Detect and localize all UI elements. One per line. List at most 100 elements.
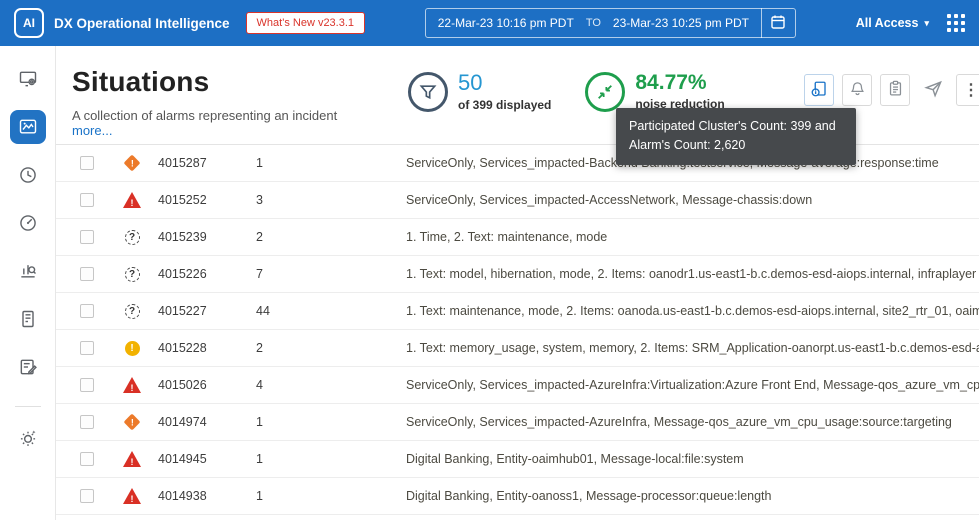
severity-unknown-icon: ? — [124, 266, 140, 282]
situation-description: Digital Banking, Entity-oanoss1, Message… — [406, 489, 772, 503]
app-logo: AI — [14, 8, 44, 38]
row-checkbox[interactable] — [80, 193, 94, 207]
kebab-menu-icon: ⋮ — [963, 82, 979, 99]
severity-major-icon: ! — [123, 413, 141, 431]
main-content: Situations A collection of alarms repres… — [56, 46, 979, 520]
sidebar-item-runbook[interactable] — [10, 350, 46, 384]
row-checkbox[interactable] — [80, 489, 94, 503]
alerts-button[interactable] — [842, 74, 873, 106]
alarm-count: 1 — [256, 156, 263, 170]
situation-description: ServiceOnly, Services_impacted-AccessNet… — [406, 193, 813, 207]
table-row[interactable]: ? 4015239 2 1. Time, 2. Text: maintenanc… — [56, 219, 979, 256]
note-edit-icon — [18, 357, 38, 377]
filter-funnel-icon[interactable] — [408, 72, 448, 112]
chevron-down-icon: ▾ — [924, 17, 929, 28]
table-row[interactable]: ? 4015226 7 1. Text: model, hibernation,… — [56, 256, 979, 293]
more-link[interactable]: more... — [72, 123, 112, 138]
alarm-count: 4 — [256, 378, 263, 392]
gear-sparkle-icon — [18, 428, 38, 448]
situations-toolbar: ⋮ — [804, 66, 979, 106]
noise-reduction-value: 84.77% — [635, 71, 707, 94]
date-to-label: TO — [585, 17, 601, 29]
situation-id: 4014974 — [158, 415, 207, 429]
whats-new-button[interactable]: What's New v23.3.1 — [245, 12, 366, 34]
date-from: 22-Mar-23 10:16 pm PDT — [437, 16, 574, 30]
calendar-icon — [770, 14, 786, 33]
table-row[interactable]: ! 4014974 1 ServiceOnly, Services_impact… — [56, 404, 979, 441]
situation-id: 4015228 — [158, 341, 207, 355]
severity-major-icon: ! — [123, 154, 141, 172]
more-actions-button[interactable]: ⋮ — [956, 74, 979, 106]
table-row[interactable]: ! 4014938 1 Digital Banking, Entity-oano… — [56, 478, 979, 515]
displayed-label: of 399 displayed — [458, 98, 552, 112]
situation-description: 1. Text: maintenance, mode, 2. Items: oa… — [406, 304, 979, 318]
situations-image-icon — [18, 117, 38, 137]
app-title: DX Operational Intelligence — [54, 15, 230, 31]
table-row[interactable]: ! 4015228 2 1. Text: memory_usage, syste… — [56, 330, 979, 367]
sidebar-item-settings[interactable] — [10, 421, 46, 455]
page-subtitle-text: A collection of alarms representing an i… — [72, 108, 338, 123]
clock-icon — [18, 165, 38, 185]
top-bar: AI DX Operational Intelligence What's Ne… — [0, 0, 979, 46]
table-row[interactable]: ! 4015252 3 ServiceOnly, Services_impact… — [56, 182, 979, 219]
row-checkbox[interactable] — [80, 156, 94, 170]
filter-stat: 50 of 399 displayed — [408, 72, 551, 112]
access-label: All Access — [855, 16, 919, 30]
sidebar-item-analytics[interactable] — [10, 254, 46, 288]
row-checkbox[interactable] — [80, 230, 94, 244]
severity-unknown-icon: ? — [124, 229, 140, 245]
app-launcher-icon[interactable] — [947, 14, 965, 32]
page-title: Situations — [72, 66, 210, 97]
access-dropdown[interactable]: All Access ▾ — [856, 16, 929, 30]
page-subtitle: A collection of alarms representing an i… — [72, 108, 372, 138]
bell-icon — [849, 80, 866, 100]
severity-critical-icon: ! — [123, 451, 141, 467]
row-checkbox[interactable] — [80, 378, 94, 392]
calendar-button[interactable] — [760, 8, 795, 38]
severity-unknown-icon: ? — [124, 303, 140, 319]
row-checkbox[interactable] — [80, 415, 94, 429]
date-to: 23-Mar-23 10:25 pm PDT — [612, 16, 749, 30]
row-checkbox[interactable] — [80, 452, 94, 466]
alarm-count: 7 — [256, 267, 263, 281]
sidebar-item-situations[interactable] — [9, 110, 46, 144]
chart-search-icon — [18, 261, 38, 281]
sidebar-item-admin-console[interactable] — [10, 62, 46, 96]
gauge-icon — [18, 213, 38, 233]
date-range-picker[interactable]: 22-Mar-23 10:16 pm PDT TO 23-Mar-23 10:2… — [424, 8, 796, 38]
situation-id: 4014945 — [158, 452, 207, 466]
sidebar-item-performance[interactable] — [10, 206, 46, 240]
clipboard-icon — [887, 80, 904, 100]
cluster-info-button[interactable] — [804, 74, 835, 106]
sidebar-item-inventory[interactable] — [10, 302, 46, 336]
situation-id: 4015252 — [158, 193, 207, 207]
situations-table: ! 4015287 1 ServiceOnly, Services_impact… — [56, 144, 979, 520]
noise-reduction-icon — [585, 72, 626, 112]
situation-id: 4015226 — [158, 267, 207, 281]
displayed-count: 50 — [458, 70, 483, 95]
severity-critical-icon: ! — [123, 192, 141, 208]
noise-reduction-stat: 84.77% noise reduction — [585, 71, 725, 112]
alarm-count: 2 — [256, 341, 263, 355]
row-checkbox[interactable] — [80, 267, 94, 281]
sidebar-item-sla[interactable] — [10, 158, 46, 192]
row-checkbox[interactable] — [80, 341, 94, 355]
alarm-count: 1 — [256, 415, 263, 429]
row-checkbox[interactable] — [80, 304, 94, 318]
send-button[interactable] — [918, 74, 949, 106]
situations-table-body: ! 4015287 1 ServiceOnly, Services_impact… — [56, 145, 979, 515]
monitor-gear-icon — [18, 69, 38, 89]
report-button[interactable] — [880, 74, 911, 106]
table-row[interactable]: ! 4014945 1 Digital Banking, Entity-oaim… — [56, 441, 979, 478]
table-row[interactable]: ! 4015026 4 ServiceOnly, Services_impact… — [56, 367, 979, 404]
situation-description: ServiceOnly, Services_impacted-AzureInfr… — [406, 378, 979, 392]
cluster-count-tooltip: Participated Cluster's Count: 399 and Al… — [616, 108, 856, 165]
info-document-icon — [810, 80, 828, 101]
table-row[interactable]: ? 4015227 44 1. Text: maintenance, mode,… — [56, 293, 979, 330]
alarm-count: 44 — [256, 304, 270, 318]
alarm-count: 1 — [256, 489, 263, 503]
situation-id: 4015239 — [158, 230, 207, 244]
sidebar-divider — [14, 406, 41, 407]
app-logo-text: AI — [23, 16, 35, 30]
paper-plane-icon — [923, 79, 943, 101]
